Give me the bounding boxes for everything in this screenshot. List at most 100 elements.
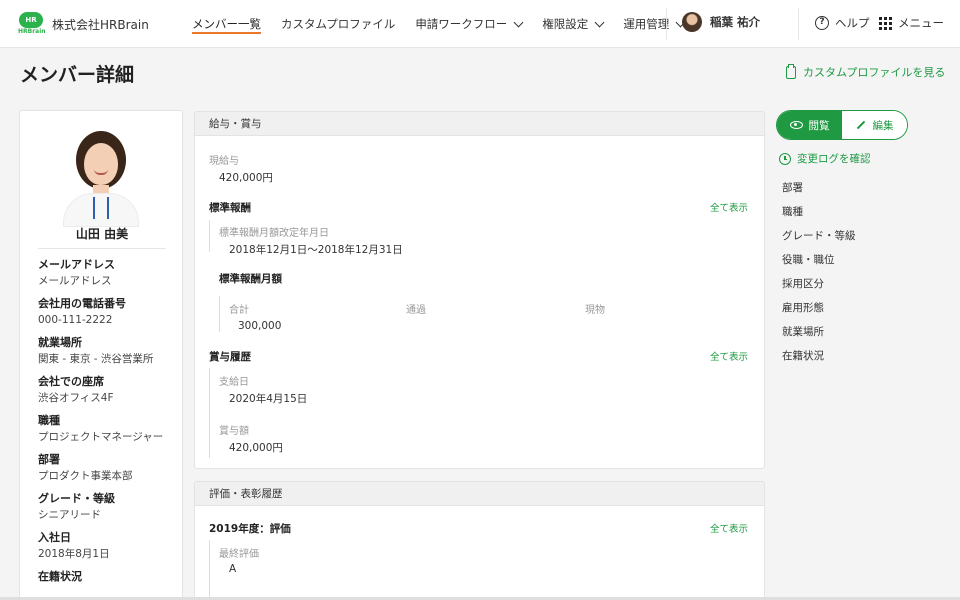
user-name: 稲葉 祐介	[710, 15, 761, 29]
group-line	[209, 540, 210, 600]
clock-icon	[779, 152, 791, 165]
nav-label: カスタムプロファイル	[281, 17, 396, 31]
menu-label: メニュー	[898, 16, 944, 30]
field-value: メールアドレス	[38, 275, 112, 287]
section-anchor-list: 部署 職種 グレード・等級 役職・職位 採用区分 雇用形態 就業場所 在籍状況	[782, 180, 856, 372]
field-label: 就業場所	[38, 336, 82, 349]
divider	[798, 8, 799, 40]
anchor-link[interactable]: 就業場所	[782, 324, 856, 348]
nav-label: 権限設定	[542, 17, 589, 31]
bonus-amount-label: 賞与額	[219, 426, 249, 437]
col-currency-label: 通過	[406, 305, 426, 316]
field-label: 入社日	[38, 531, 71, 544]
pay-date-label: 支給日	[219, 377, 249, 388]
show-all-link[interactable]: 全て表示	[710, 200, 748, 214]
anchor-link[interactable]: 役職・職位	[782, 252, 856, 276]
field-value: シニアリード	[38, 509, 101, 521]
field-value: 000-111-2222	[38, 314, 113, 326]
field-value: 渋谷オフィス4F	[38, 392, 114, 404]
user-menu[interactable]: 稲葉 祐介	[682, 12, 760, 32]
nav-workflow[interactable]: 申請ワークフロー	[415, 0, 524, 48]
profile-field: 部署プロダクト事業本部	[38, 453, 178, 485]
chevron-down-icon	[594, 17, 605, 27]
section-header: 給与・賞与	[195, 112, 764, 136]
anchor-link[interactable]: 雇用形態	[782, 300, 856, 324]
member-name: 山田 由美	[75, 227, 129, 241]
field-label: 会社用の電話番号	[38, 297, 126, 310]
pencil-icon	[856, 120, 865, 130]
nav-custom-profile[interactable]: カスタムプロファイル	[281, 0, 395, 48]
profile-card: 山田 由美 メールアドレス メールアドレス 会社用の電話番号 000-111-222…	[19, 110, 183, 600]
anchor-link[interactable]: 在籍状況	[782, 348, 856, 372]
nav-label: 運用管理	[623, 17, 670, 31]
custom-profile-link[interactable]: カスタムプロファイルを見る	[786, 63, 946, 80]
hrbrain-logo-icon: HR HRBrain	[18, 12, 46, 36]
bonus-amount-value: 420,000円	[229, 442, 283, 454]
profile-field: 会社用の電話番号 000-111-2222	[38, 297, 178, 329]
pay-date-value: 2020年4月15日	[229, 393, 308, 405]
bonus-history-title: 賞与履歴	[209, 351, 251, 363]
nav-permissions[interactable]: 権限設定	[542, 0, 605, 48]
profile-field: 入社日 2018年8月1日	[38, 531, 178, 563]
field-label: 在籍状況	[38, 570, 82, 583]
profile-field: 会社での座席 渋谷オフィス4F	[38, 375, 178, 407]
view-edit-toggle: 閲覧 編集	[776, 110, 908, 140]
final-evaluation-label: 最終評価	[219, 549, 259, 560]
nav-label: 申請ワークフロー	[415, 17, 508, 31]
grid-icon	[879, 16, 892, 30]
profile-field: 職種プロジェクトマネージャー	[38, 414, 178, 446]
current-salary-value: 420,000円	[219, 172, 273, 184]
profile-field: 就業場所関東 - 東京 - 渋谷営業所	[38, 336, 178, 368]
help-button[interactable]: ? ヘルプ	[815, 15, 870, 31]
view-mode-button[interactable]: 閲覧	[777, 111, 842, 139]
show-all-link[interactable]: 全て表示	[710, 349, 748, 363]
menu-button[interactable]: メニュー	[879, 15, 944, 31]
profile-field: 在籍状況	[38, 570, 178, 584]
revision-date-label: 標準報酬月額改定年月日	[219, 228, 329, 239]
group-line	[209, 220, 210, 252]
profile-field-list: メールアドレス メールアドレス 会社用の電話番号 000-111-2222 就業場所…	[38, 258, 178, 591]
chevron-down-icon	[513, 17, 524, 27]
custom-profile-link-label: カスタムプロファイルを見る	[803, 66, 946, 79]
field-value: 関東 - 東京 - 渋谷営業所	[38, 353, 154, 365]
field-label: 部署	[38, 453, 60, 466]
anchor-link[interactable]: 部署	[782, 180, 856, 204]
current-salary-label: 現給与	[209, 156, 239, 167]
avatar	[682, 12, 702, 32]
field-label: 職種	[38, 414, 60, 427]
changelog-link[interactable]: 変更ログを確認	[779, 151, 871, 166]
field-value: プロダクト事業本部	[38, 470, 133, 482]
revision-date-value: 2018年12月1日〜2018年12月31日	[229, 244, 403, 256]
field-value: プロジェクトマネージャー	[38, 431, 164, 443]
show-all-link[interactable]: 全て表示	[710, 521, 748, 535]
logo-sub-text: HRBrain	[18, 28, 46, 35]
field-value: 2018年8月1日	[38, 548, 110, 560]
help-label: ヘルプ	[835, 16, 870, 30]
anchor-link[interactable]: 職種	[782, 204, 856, 228]
profile-field: グレード・等級 シニアリード	[38, 492, 178, 524]
salary-section: 給与・賞与 現給与 420,000円 標準報酬 全て表示 標準報酬月額改定年月日…	[194, 111, 765, 469]
view-label: 閲覧	[808, 119, 830, 132]
edit-mode-button[interactable]: 編集	[842, 111, 907, 139]
anchor-link[interactable]: 採用区分	[782, 276, 856, 300]
divider	[666, 8, 667, 40]
nav-operations[interactable]: 運用管理	[623, 0, 686, 48]
changelog-label: 変更ログを確認	[797, 153, 871, 165]
final-evaluation-value: A	[229, 563, 237, 575]
total-value: 300,000	[238, 320, 282, 332]
main-nav: メンバー一覧 カスタムプロファイル 申請ワークフロー 権限設定 運用管理	[192, 0, 704, 48]
clipboard-icon	[786, 63, 796, 79]
question-icon: ?	[815, 16, 829, 30]
company-name: 株式会社HRBrain	[52, 17, 149, 32]
nav-member-list[interactable]: メンバー一覧	[192, 0, 261, 48]
group-line	[209, 368, 210, 458]
field-label: メールアドレス	[38, 258, 115, 271]
page-title: メンバー詳細	[20, 64, 135, 86]
company-logo[interactable]: HR HRBrain 株式会社HRBrain	[18, 12, 149, 36]
standard-remuneration-title: 標準報酬	[209, 202, 251, 214]
logo-mark-text: HR	[19, 12, 43, 28]
member-photo	[57, 123, 145, 227]
section-header: 評価・表彰履歴	[195, 482, 764, 506]
anchor-link[interactable]: グレード・等級	[782, 228, 856, 252]
col-total-label: 合計	[229, 305, 249, 316]
